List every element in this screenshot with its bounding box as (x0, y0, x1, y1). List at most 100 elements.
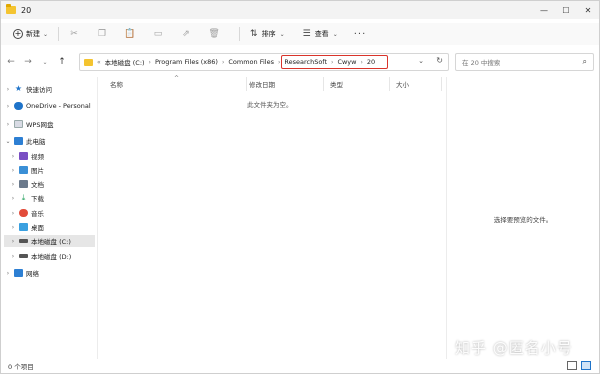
view-label: 查看 (314, 30, 329, 38)
chevron-right-icon[interactable]: › (9, 238, 17, 245)
sidebar-item-network[interactable]: › 网络 (4, 267, 95, 279)
sidebar-item-drive-c[interactable]: › 本地磁盘 (C:) (4, 235, 95, 247)
file-list[interactable]: ^ 名称 修改日期 类型 大小 此文件夹为空。 (98, 75, 446, 359)
delete-icon[interactable]: 🗑 (205, 25, 223, 43)
sidebar-item-music[interactable]: › 音乐 (9, 207, 100, 219)
sidebar-item-downloads[interactable]: › ⤓ 下载 (9, 192, 100, 204)
refresh-icon[interactable]: ↻ (436, 56, 443, 65)
address-dropdown-icon[interactable]: ⌄ (418, 57, 424, 65)
back-arrow-icon[interactable]: ← (4, 55, 18, 69)
sidebar-item-label: 音乐 (31, 210, 44, 218)
drive-icon (19, 239, 28, 243)
breadcrumb-segment[interactable]: Common Files (228, 58, 274, 66)
chevron-right-icon[interactable]: › (4, 121, 12, 128)
preview-message: 选择要预览的文件。 (493, 216, 553, 224)
chevron-right-icon[interactable]: › (9, 210, 17, 217)
navigation-bar: ← → ⌄ ↑ « 本地磁盘 (C:) › Program Files (x86… (1, 51, 599, 73)
command-bar: + 新建 ⌄ ✂ ❐ 📋 ▭ ⇗ 🗑 ⇅ 排序 ⌄ ☰ 查看 ⌄ ··· (1, 23, 599, 45)
sidebar-item-onedrive[interactable]: › OneDrive - Personal (4, 100, 95, 112)
rename-icon[interactable]: ▭ (149, 25, 167, 43)
chevron-right-icon[interactable]: › (9, 167, 17, 174)
chevron-right-icon[interactable]: › (4, 86, 12, 93)
up-arrow-icon[interactable]: ↑ (55, 55, 69, 69)
item-count: 0 个项目 (8, 363, 34, 371)
sidebar-item-desktop[interactable]: › 桌面 (9, 221, 100, 233)
share-icon[interactable]: ⇗ (177, 25, 195, 43)
video-icon (19, 152, 28, 160)
search-placeholder: 在 20 中搜索 (462, 59, 501, 67)
sidebar-item-label: 桌面 (31, 224, 44, 232)
view-button[interactable]: ☰ 查看 ⌄ (299, 25, 342, 43)
column-header-type[interactable]: 类型 (324, 77, 390, 91)
sidebar-item-this-pc[interactable]: ⌄ 此电脑 (4, 135, 95, 147)
status-bar: 0 个项目 (1, 359, 599, 373)
sidebar-item-quick-access[interactable]: › ★ 快速访问 (4, 83, 95, 95)
sidebar-item-label: 网络 (26, 270, 39, 278)
chevron-right-icon[interactable]: › (9, 181, 17, 188)
navigation-pane: › ★ 快速访问 › OneDrive - Personal › WPS网盘 ⌄… (1, 77, 97, 359)
title-bar: 20 — ☐ ✕ (1, 1, 599, 19)
sidebar-item-wps[interactable]: › WPS网盘 (4, 118, 95, 130)
breadcrumb-segment[interactable]: Program Files (x86) (155, 58, 218, 66)
breadcrumb-separator[interactable]: › (149, 59, 151, 66)
sidebar-item-videos[interactable]: › 视频 (9, 150, 100, 162)
chevron-right-icon[interactable]: › (4, 270, 12, 277)
breadcrumb-segment[interactable]: 本地磁盘 (C:) (105, 57, 145, 67)
maximize-button[interactable]: ☐ (555, 1, 577, 19)
address-bar[interactable]: « 本地磁盘 (C:) › Program Files (x86) › Comm… (79, 53, 449, 71)
search-box[interactable]: 在 20 中搜索 ⌕ (455, 53, 594, 71)
breadcrumb-separator[interactable]: › (222, 59, 224, 66)
computer-icon (14, 137, 23, 145)
cut-icon[interactable]: ✂ (65, 25, 83, 43)
chevron-right-icon[interactable]: › (9, 253, 17, 260)
new-label: 新建 (26, 30, 40, 38)
picture-icon (19, 166, 28, 174)
chevron-right-icon[interactable]: › (9, 153, 17, 160)
chevron-right-icon[interactable]: › (9, 224, 17, 231)
chevron-down-icon: ⌄ (279, 30, 285, 38)
chevron-down-icon[interactable]: ⌄ (4, 138, 12, 145)
music-icon (19, 209, 28, 217)
sidebar-item-label: 快速访问 (26, 86, 52, 94)
sidebar-item-label: 下载 (31, 195, 44, 203)
explorer-window: 20 — ☐ ✕ + 新建 ⌄ ✂ ❐ 📋 ▭ ⇗ 🗑 ⇅ 排序 ⌄ ☰ 查看 … (0, 0, 600, 374)
view-icon: ☰ (302, 29, 311, 39)
folder-icon (6, 4, 16, 14)
minimize-button[interactable]: — (533, 1, 555, 19)
cloud-icon (14, 102, 23, 110)
tiles-view-icon[interactable] (581, 361, 591, 370)
more-options-button[interactable]: ··· (354, 29, 367, 40)
column-header-name[interactable]: 名称 (104, 77, 247, 91)
sidebar-item-label: 本地磁盘 (C:) (31, 238, 71, 246)
forward-arrow-icon[interactable]: → (21, 55, 35, 69)
details-view-icon[interactable] (567, 361, 577, 370)
sidebar-item-pictures[interactable]: › 图片 (9, 164, 100, 176)
sidebar-item-label: WPS网盘 (26, 121, 54, 129)
recent-dropdown-icon[interactable]: ⌄ (38, 55, 52, 69)
toolbar-divider (58, 27, 60, 41)
new-button[interactable]: + 新建 ⌄ (9, 25, 52, 43)
overflow-chevron-icon[interactable]: « (97, 59, 101, 66)
sort-button[interactable]: ⇅ 排序 ⌄ (246, 25, 289, 43)
column-header-size[interactable]: 大小 (390, 77, 442, 91)
window-controls: — ☐ ✕ (533, 1, 599, 19)
search-icon[interactable]: ⌕ (583, 57, 587, 67)
chevron-down-icon: ⌄ (43, 30, 49, 38)
sidebar-item-label: 图片 (31, 167, 44, 175)
star-icon: ★ (14, 84, 23, 93)
sidebar-item-drive-d[interactable]: › 本地磁盘 (D:) (9, 250, 100, 262)
red-highlight-box (281, 55, 388, 69)
toolbar-divider (239, 27, 241, 41)
copy-icon[interactable]: ❐ (93, 25, 111, 43)
sidebar-item-label: 文档 (31, 181, 44, 189)
sidebar-item-label: OneDrive - Personal (26, 102, 91, 110)
chevron-right-icon[interactable]: › (9, 195, 17, 202)
sidebar-item-documents[interactable]: › 文档 (9, 178, 100, 190)
folder-icon (84, 58, 93, 66)
column-header-date[interactable]: 修改日期 (243, 77, 324, 91)
paste-icon[interactable]: 📋 (121, 25, 139, 43)
close-button[interactable]: ✕ (577, 1, 599, 19)
chevron-right-icon[interactable]: › (4, 103, 12, 110)
watermark: 知乎 @匿名小号 (455, 339, 573, 357)
sidebar-item-label: 此电脑 (26, 138, 46, 146)
